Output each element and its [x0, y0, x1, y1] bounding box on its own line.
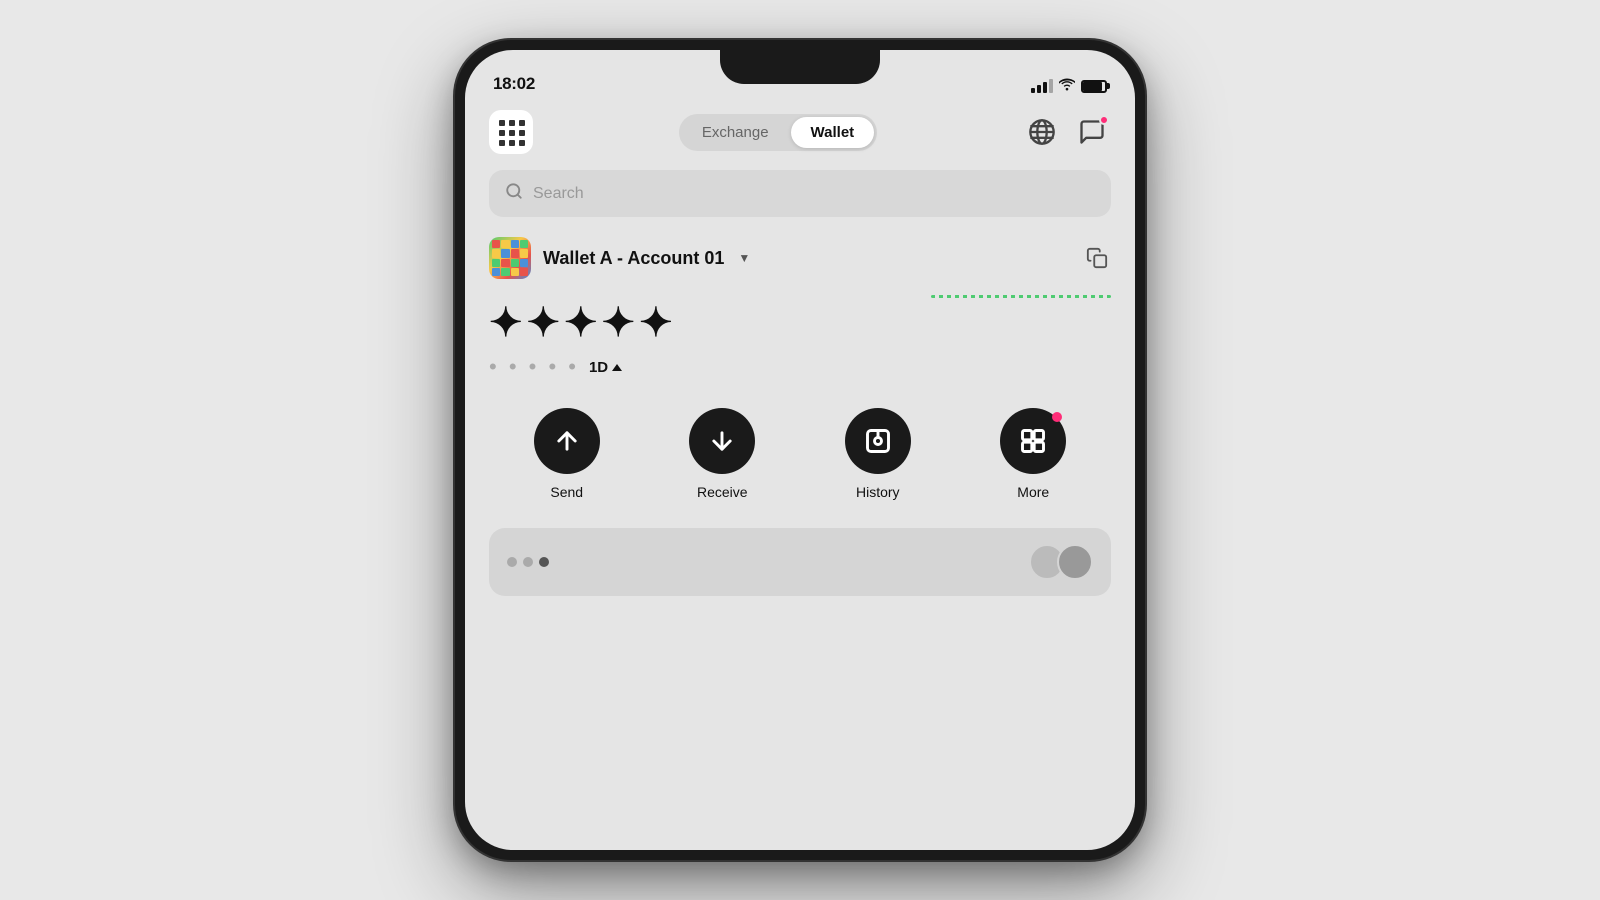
history-button[interactable]: [845, 408, 911, 474]
card-pagination-dots: [507, 557, 549, 567]
balance-amount: ✦✦✦✦✦: [489, 300, 1111, 346]
history-action[interactable]: History: [845, 408, 911, 500]
pagination-dot-3: [539, 557, 549, 567]
action-buttons: Send Receive: [489, 408, 1111, 500]
dotted-line-chart: [931, 295, 1111, 298]
tab-exchange[interactable]: Exchange: [682, 117, 789, 148]
chat-button[interactable]: [1073, 113, 1111, 151]
search-bar[interactable]: Search: [489, 170, 1111, 217]
send-action[interactable]: Send: [534, 408, 600, 500]
more-button[interactable]: [1000, 408, 1066, 474]
status-time: 18:02: [493, 74, 535, 94]
wifi-icon: [1059, 78, 1075, 94]
grid-menu-button[interactable]: [489, 110, 533, 154]
notch: [720, 50, 880, 84]
sub-balance-row: • • • • • 1D: [489, 354, 1111, 380]
phone-screen: 18:02: [465, 50, 1135, 850]
tab-wallet[interactable]: Wallet: [791, 117, 875, 148]
bottom-card: [489, 528, 1111, 596]
top-nav: Exchange Wallet: [489, 100, 1111, 170]
search-icon: [505, 182, 523, 205]
battery-icon: [1081, 80, 1107, 93]
globe-button[interactable]: [1023, 113, 1061, 151]
trend-arrow-icon: [612, 364, 622, 371]
more-label: More: [1017, 484, 1049, 500]
period-label: 1D: [589, 359, 608, 376]
screen-content: Exchange Wallet: [465, 100, 1135, 850]
receive-button[interactable]: [689, 408, 755, 474]
signal-bars-icon: [1031, 79, 1053, 93]
wallet-name: Wallet A - Account 01: [543, 248, 724, 269]
pagination-dot-1: [507, 557, 517, 567]
wallet-account-row: Wallet A - Account 01 ▼: [489, 237, 1111, 279]
tab-group: Exchange Wallet: [679, 114, 877, 151]
send-label: Send: [550, 484, 583, 500]
more-action[interactable]: More: [1000, 408, 1066, 500]
search-placeholder: Search: [533, 185, 584, 203]
send-button[interactable]: [534, 408, 600, 474]
nav-actions: [1023, 113, 1111, 151]
period-badge[interactable]: 1D: [589, 359, 622, 376]
chat-notification-dot: [1099, 115, 1109, 125]
phone-wrapper: 18:02: [455, 40, 1145, 860]
more-notification-dot: [1052, 412, 1062, 422]
wallet-avatar: [489, 237, 531, 279]
status-icons: [1031, 78, 1107, 94]
receive-label: Receive: [697, 484, 748, 500]
sub-balance-hidden: • • • • •: [489, 354, 579, 380]
dropdown-arrow-icon[interactable]: ▼: [738, 251, 750, 265]
history-label: History: [856, 484, 900, 500]
pagination-dot-2: [523, 557, 533, 567]
copy-button[interactable]: [1083, 244, 1111, 272]
balance-section: ✦✦✦✦✦: [489, 295, 1111, 346]
card-avatars: [1029, 544, 1093, 580]
receive-action[interactable]: Receive: [689, 408, 755, 500]
mini-avatar-2: [1057, 544, 1093, 580]
